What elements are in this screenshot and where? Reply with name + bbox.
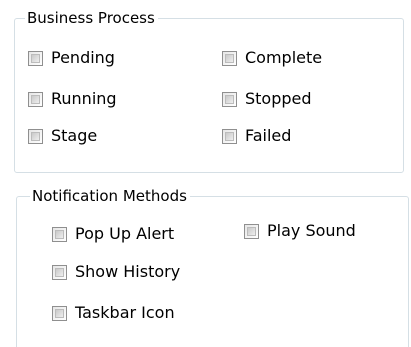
stopped-label: Stopped (245, 89, 312, 108)
complete-label: Complete (245, 48, 323, 67)
checkbox-play-sound[interactable]: Play Sound (244, 221, 356, 241)
business-process-title: Business Process (25, 8, 158, 28)
stage-checkbox-box[interactable] (28, 128, 43, 144)
stopped-checkbox-box[interactable] (222, 91, 237, 107)
pending-checkbox-box[interactable] (28, 50, 43, 66)
pending-label: Pending (51, 48, 115, 67)
show-history-label: Show History (75, 262, 181, 281)
running-checkbox-box[interactable] (28, 91, 43, 107)
notification-methods-title: Notification Methods (30, 186, 190, 206)
show-history-checkbox-box[interactable] (52, 264, 67, 280)
pop-up-alert-label: Pop Up Alert (75, 224, 175, 243)
failed-label: Failed (245, 126, 292, 145)
business-process-group: Business Process Pending Complete Runnin… (14, 8, 404, 173)
checkbox-pending[interactable]: Pending (28, 48, 115, 68)
checkbox-stage[interactable]: Stage (28, 126, 97, 146)
checkbox-show-history[interactable]: Show History (52, 262, 180, 282)
checkbox-stopped[interactable]: Stopped (222, 89, 312, 109)
play-sound-label: Play Sound (267, 221, 356, 240)
pop-up-alert-checkbox-box[interactable] (52, 226, 67, 242)
checkbox-failed[interactable]: Failed (222, 126, 291, 146)
notification-methods-group: Notification Methods Pop Up Alert Play S… (16, 186, 409, 347)
checkbox-pop-up-alert[interactable]: Pop Up Alert (52, 224, 174, 244)
failed-checkbox-box[interactable] (222, 128, 237, 144)
running-label: Running (51, 89, 117, 108)
play-sound-checkbox-box[interactable] (244, 223, 259, 239)
taskbar-icon-label: Taskbar Icon (75, 303, 175, 322)
stage-label: Stage (51, 126, 98, 145)
checkbox-complete[interactable]: Complete (222, 48, 322, 68)
settings-panel: Business Process Pending Complete Runnin… (0, 0, 411, 347)
checkbox-running[interactable]: Running (28, 89, 117, 109)
taskbar-icon-checkbox-box[interactable] (52, 305, 67, 321)
complete-checkbox-box[interactable] (222, 50, 237, 66)
checkbox-taskbar-icon[interactable]: Taskbar Icon (52, 303, 175, 323)
